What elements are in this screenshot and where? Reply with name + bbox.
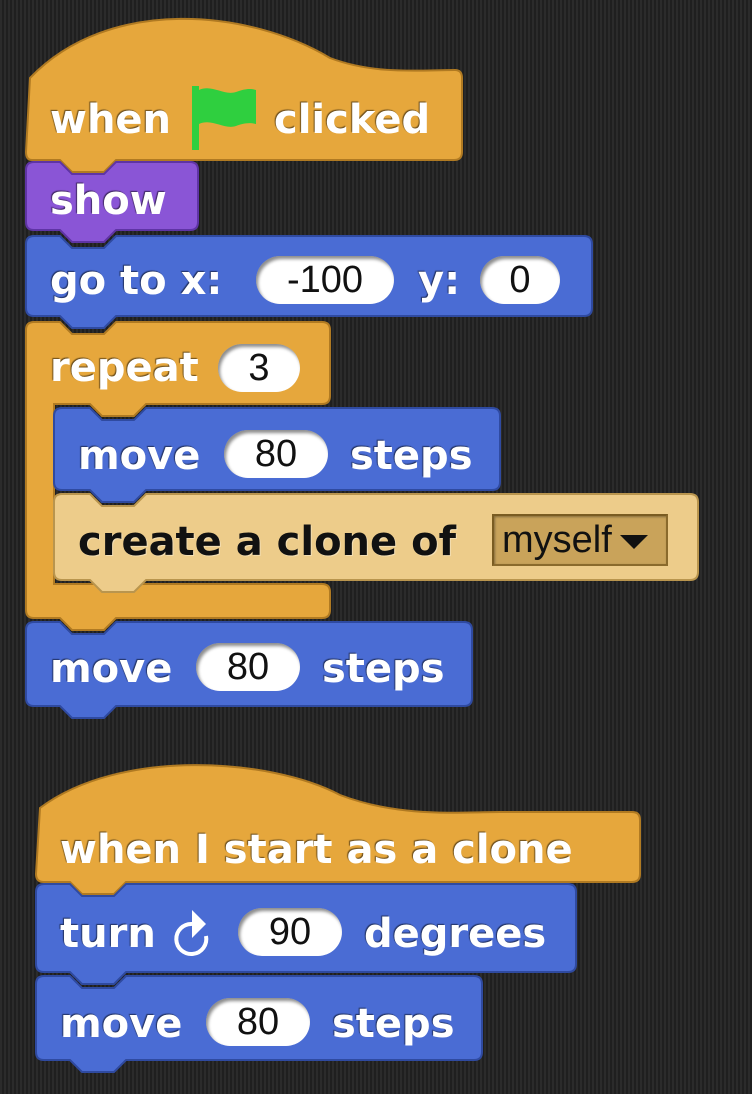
move-after-label: move	[50, 646, 173, 692]
clone-target-value: myself	[502, 518, 612, 561]
goto-x-input[interactable]: -100	[256, 256, 394, 304]
goto-y-label: y:	[418, 258, 461, 304]
move-inner-label: move	[78, 433, 201, 479]
clockwise-arrow-icon	[174, 910, 209, 956]
move-clone-suffix: steps	[332, 1001, 455, 1047]
repeat-label: repeat	[50, 345, 199, 391]
move-inner-steps-input[interactable]: 80	[224, 430, 328, 478]
turn-label: turn	[60, 911, 156, 957]
green-flag-icon	[192, 86, 256, 150]
clone-hat-label: when I start as a clone	[60, 827, 573, 873]
move-after-steps-input[interactable]: 80	[196, 643, 300, 691]
move-clone-steps-input[interactable]: 80	[206, 998, 310, 1046]
goto-y-input[interactable]: 0	[480, 256, 560, 304]
move-clone-label: move	[60, 1001, 183, 1047]
move-after-suffix: steps	[322, 646, 445, 692]
goto-label: go to x:	[50, 258, 223, 304]
turn-suffix: degrees	[364, 911, 547, 957]
hat-clicked-label: clicked	[274, 97, 431, 143]
create-clone-label: create a clone of	[78, 519, 456, 565]
dropdown-arrow-icon	[619, 535, 648, 549]
turn-degrees-input[interactable]: 90	[238, 908, 342, 956]
move-inner-suffix: steps	[350, 433, 473, 479]
clone-target-dropdown[interactable]: myself	[492, 514, 668, 566]
repeat-count-input[interactable]: 3	[218, 344, 300, 392]
hat-when-label: when	[50, 97, 172, 143]
show-label: show	[50, 178, 167, 224]
